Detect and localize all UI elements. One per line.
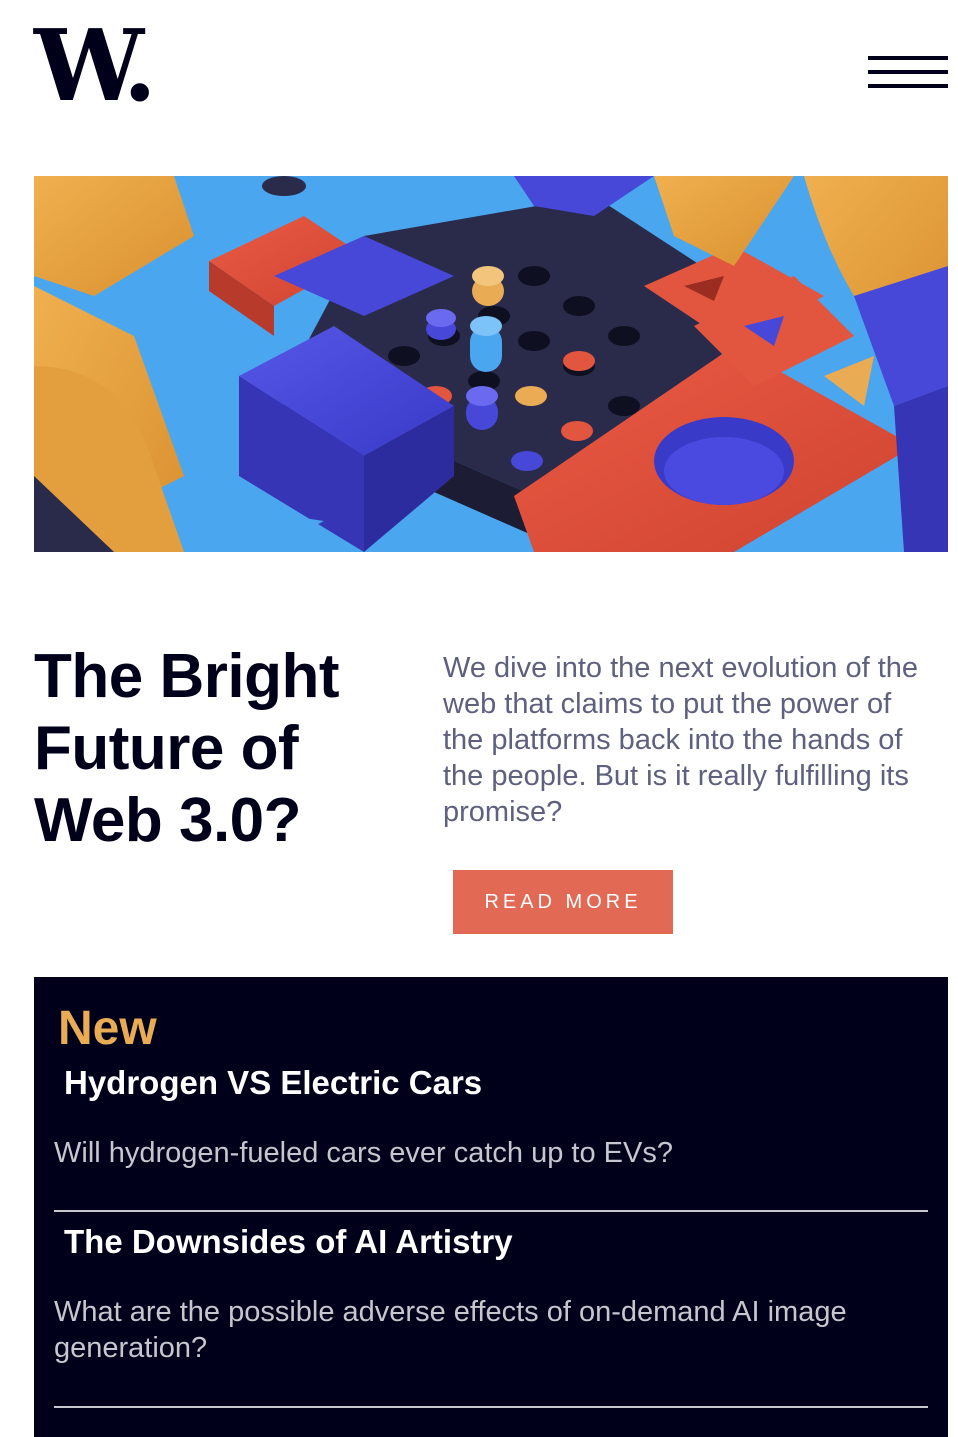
list-item: The Downsides of AI Artistry What are th… bbox=[54, 1222, 928, 1372]
page-title: The Bright Future of Web 3.0? bbox=[34, 642, 339, 855]
article-title-link[interactable]: The Downsides of AI Artistry bbox=[64, 1222, 513, 1262]
site-logo[interactable]: W. bbox=[34, 18, 164, 116]
hero-image bbox=[34, 176, 948, 552]
intro-paragraph: We dive into the next evolution of the w… bbox=[443, 652, 919, 828]
new-section-title: New bbox=[58, 1002, 157, 1055]
read-more-button[interactable]: READ MORE bbox=[453, 870, 673, 934]
new-articles-panel: New Hydrogen VS Electric Cars Will hydro… bbox=[34, 977, 948, 1437]
article-title-link[interactable]: Hydrogen VS Electric Cars bbox=[64, 1063, 482, 1103]
menu-bar bbox=[868, 70, 948, 74]
divider bbox=[54, 1210, 928, 1212]
article-description: Will hydrogen-fueled cars ever catch up … bbox=[54, 1137, 673, 1169]
menu-bar bbox=[868, 84, 948, 88]
menu-bar bbox=[868, 56, 948, 60]
hamburger-menu-icon[interactable] bbox=[868, 54, 948, 90]
divider bbox=[54, 1406, 928, 1408]
article-description: What are the possible adverse effects of… bbox=[54, 1296, 847, 1364]
list-item: Hydrogen VS Electric Cars Will hydrogen-… bbox=[54, 1063, 928, 1173]
